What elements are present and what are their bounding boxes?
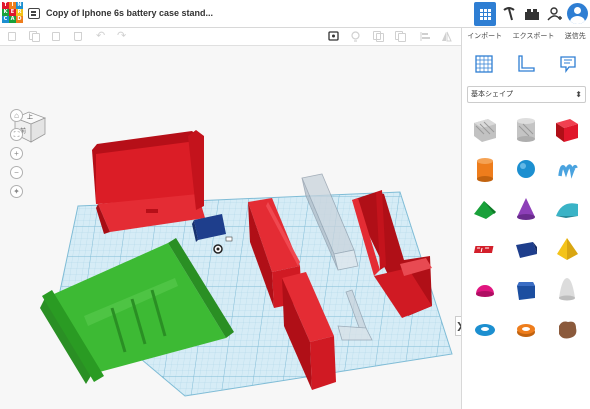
- roof-shape[interactable]: [470, 194, 500, 224]
- workplane-icon[interactable]: [474, 54, 494, 74]
- logo-letter: D: [16, 16, 23, 23]
- shape-library: [462, 110, 590, 409]
- document-menu-icon[interactable]: [28, 8, 40, 19]
- paraboloid-shape[interactable]: [552, 274, 582, 304]
- undo-icon[interactable]: ↶: [96, 31, 107, 42]
- tinkercad-logo[interactable]: T I N K E R C A D: [2, 2, 23, 23]
- add-user-icon[interactable]: [544, 2, 566, 26]
- logo-letter: K: [2, 9, 9, 16]
- orthographic-icon[interactable]: ✦: [10, 185, 23, 198]
- bricks-icon[interactable]: [521, 2, 543, 26]
- fit-view-icon[interactable]: ⛶: [10, 128, 23, 141]
- cone-shape[interactable]: [511, 194, 541, 224]
- delete-icon[interactable]: [73, 31, 84, 42]
- round-roof-shape[interactable]: [552, 194, 582, 224]
- pyramid-shape[interactable]: [552, 234, 582, 264]
- ungroup-icon[interactable]: [395, 31, 406, 42]
- ruler-icon[interactable]: [516, 54, 536, 74]
- note-icon[interactable]: [328, 31, 339, 42]
- shape-category-select[interactable]: 基本シェイプ: [467, 86, 586, 103]
- group-icon[interactable]: [373, 31, 384, 42]
- tab-send-to[interactable]: 送信先: [565, 31, 586, 41]
- logo-letter: N: [16, 2, 23, 9]
- pickaxe-icon[interactable]: [498, 2, 520, 26]
- paste-icon[interactable]: [51, 31, 62, 42]
- logo-letter: I: [9, 2, 16, 9]
- scribble-shape[interactable]: [552, 154, 582, 184]
- tab-export[interactable]: エクスポート: [513, 31, 555, 41]
- shapes-panel: インポート エクスポート 送信先 基本シェイプ: [461, 28, 590, 409]
- sphere-shape[interactable]: [511, 154, 541, 184]
- text-shape[interactable]: [470, 234, 500, 264]
- new-icon[interactable]: [7, 31, 18, 42]
- document-title[interactable]: Copy of Iphone 6s battery case stand...: [46, 8, 213, 18]
- tab-import[interactable]: インポート: [467, 31, 502, 41]
- icon-shape[interactable]: [552, 314, 582, 344]
- light-icon[interactable]: [350, 31, 361, 42]
- top-bar: T I N K E R C A D Copy of Iphone 6s batt…: [0, 0, 590, 28]
- copy-icon[interactable]: [29, 31, 40, 42]
- grid-view-icon[interactable]: [474, 2, 496, 26]
- user-avatar-icon[interactable]: [567, 3, 588, 24]
- logo-letter: A: [9, 16, 16, 23]
- cylinder-hole-shape[interactable]: [511, 114, 541, 144]
- red-back-holder: [92, 130, 205, 234]
- wedge-shape[interactable]: [511, 234, 541, 264]
- panel-tabs: インポート エクスポート 送信先: [462, 28, 590, 43]
- torus-shape[interactable]: [470, 314, 500, 344]
- align-icon[interactable]: [420, 31, 431, 42]
- panel-tools: [462, 48, 590, 82]
- redo-icon[interactable]: ↷: [117, 31, 128, 42]
- notes-icon[interactable]: [558, 54, 578, 74]
- workplane-canvas[interactable]: 上 前 ⌂ ⛶ + − ✦: [0, 46, 461, 409]
- cylinder-shape[interactable]: [470, 154, 500, 184]
- box-shape[interactable]: [552, 114, 582, 144]
- scene-3d: [40, 130, 453, 397]
- zoom-in-icon[interactable]: +: [10, 147, 23, 160]
- home-view-icon[interactable]: ⌂: [10, 109, 23, 122]
- zoom-out-icon[interactable]: −: [10, 166, 23, 179]
- tube-shape[interactable]: [511, 314, 541, 344]
- half-sphere-shape[interactable]: [470, 274, 500, 304]
- logo-letter: C: [2, 16, 9, 23]
- view-cube-top-label: 上: [27, 115, 34, 121]
- logo-letter: R: [16, 9, 23, 16]
- mirror-icon[interactable]: [441, 31, 452, 42]
- logo-letter: E: [9, 9, 16, 16]
- edit-toolbar: ↶ ↷: [0, 28, 461, 46]
- polygon-shape[interactable]: [511, 274, 541, 304]
- logo-letter: T: [2, 2, 9, 9]
- box-hole-shape[interactable]: [470, 114, 500, 144]
